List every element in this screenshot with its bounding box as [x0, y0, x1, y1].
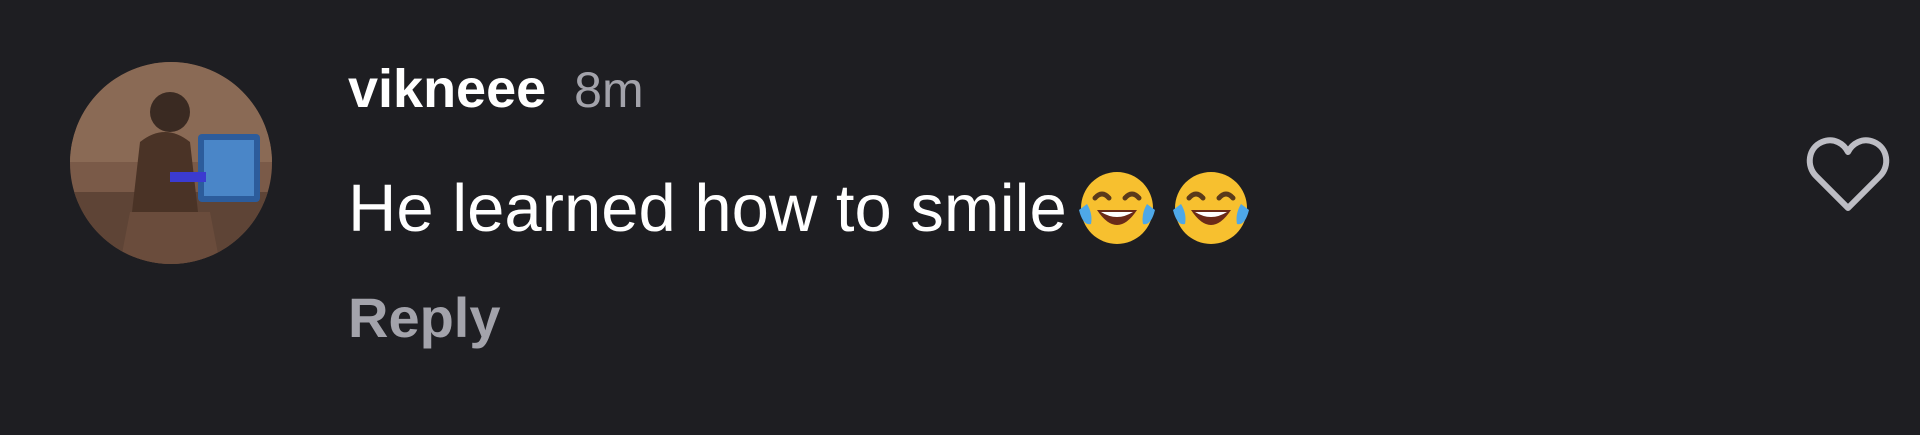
avatar[interactable]	[70, 62, 272, 264]
face-with-tears-of-joy-icon	[1073, 164, 1161, 252]
comment-item: vikneee 8m He learned how to smile Reply	[0, 0, 1920, 435]
comment-text: He learned how to smile	[348, 170, 1067, 246]
comment-header: vikneee 8m	[348, 58, 644, 128]
comment-text-row: He learned how to smile	[348, 168, 1255, 248]
timestamp: 8m	[574, 62, 644, 118]
username[interactable]: vikneee	[348, 58, 546, 120]
comment-body: vikneee 8m He learned how to smile Reply	[348, 0, 1748, 435]
heart-outline-icon[interactable]	[1804, 132, 1892, 216]
reply-button[interactable]: Reply	[348, 285, 501, 350]
face-with-tears-of-joy-icon	[1167, 164, 1255, 252]
